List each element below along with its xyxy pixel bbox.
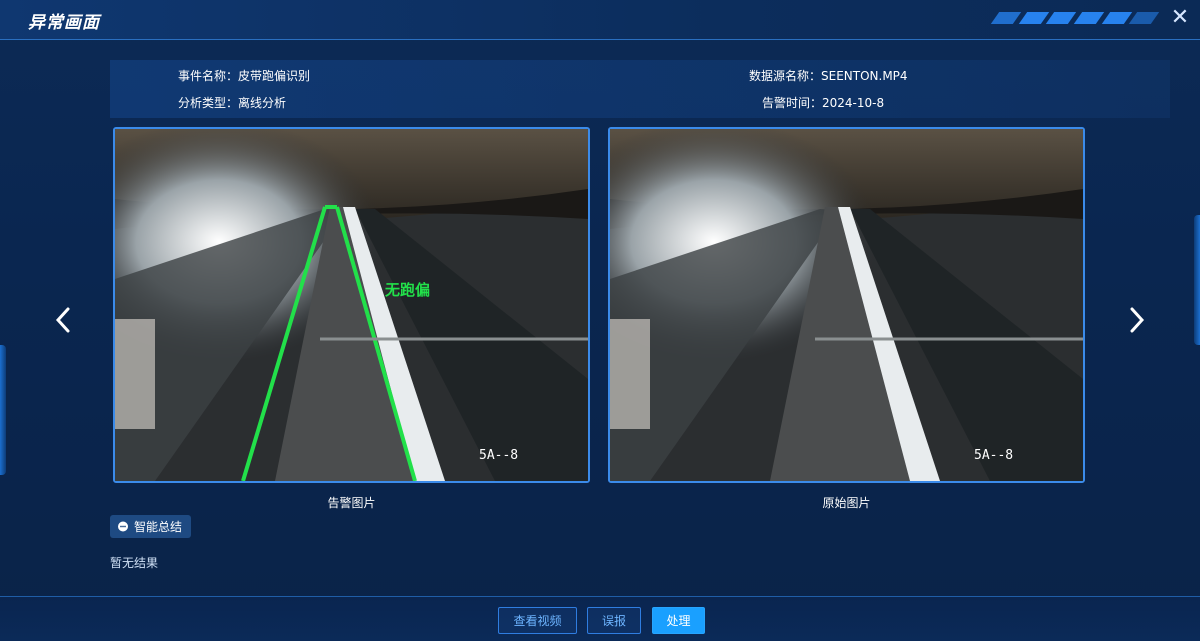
dialog-title: 异常画面 [28,13,100,33]
event-name: 事件名称：皮带跑偏识别 [178,69,311,83]
chevron-left-icon[interactable] [52,305,76,335]
false-report-button[interactable]: 误报 [587,607,641,634]
event-info-panel: 事件名称：皮带跑偏识别 分析类型：离线分析 数据源名称：SEENTON.MP4 … [110,60,1170,118]
handle-button[interactable]: 处理 [652,607,705,634]
alarm-image-dialog: 异常画面 ✕ 事件名称：皮带跑偏识别 分析类型：离线分析 数据源名称：SEENT… [0,0,1200,641]
right-edge-decoration [1194,215,1200,345]
smart-summary-button[interactable]: 智能总结 [110,515,191,538]
camera-id: 5A--8 [479,448,518,463]
alarm-image-caption: 告警图片 [327,496,376,510]
summary-result: 暂无结果 [110,556,159,570]
alarm-time: 告警时间：2024-10-8 [762,96,885,110]
original-image[interactable]: 5A--8 [608,127,1085,483]
title-decoration [990,12,1160,26]
original-image-caption: 原始图片 [822,496,871,510]
left-edge-decoration [0,345,6,475]
alarm-image[interactable]: 无跑偏 5A--8 [113,127,590,483]
overlay-label: 无跑偏 [384,281,430,299]
camera-id: 5A--8 [974,448,1013,463]
chat-bubble-icon [118,521,128,531]
view-video-button[interactable]: 查看视频 [498,607,577,634]
source-name: 数据源名称：SEENTON.MP4 [749,69,908,83]
dialog-titlebar: 异常画面 ✕ [0,0,1200,40]
smart-summary-label: 智能总结 [134,520,183,534]
chevron-right-icon[interactable] [1124,305,1148,335]
analysis-type: 分析类型：离线分析 [178,96,287,110]
close-icon[interactable]: ✕ [1168,6,1192,30]
